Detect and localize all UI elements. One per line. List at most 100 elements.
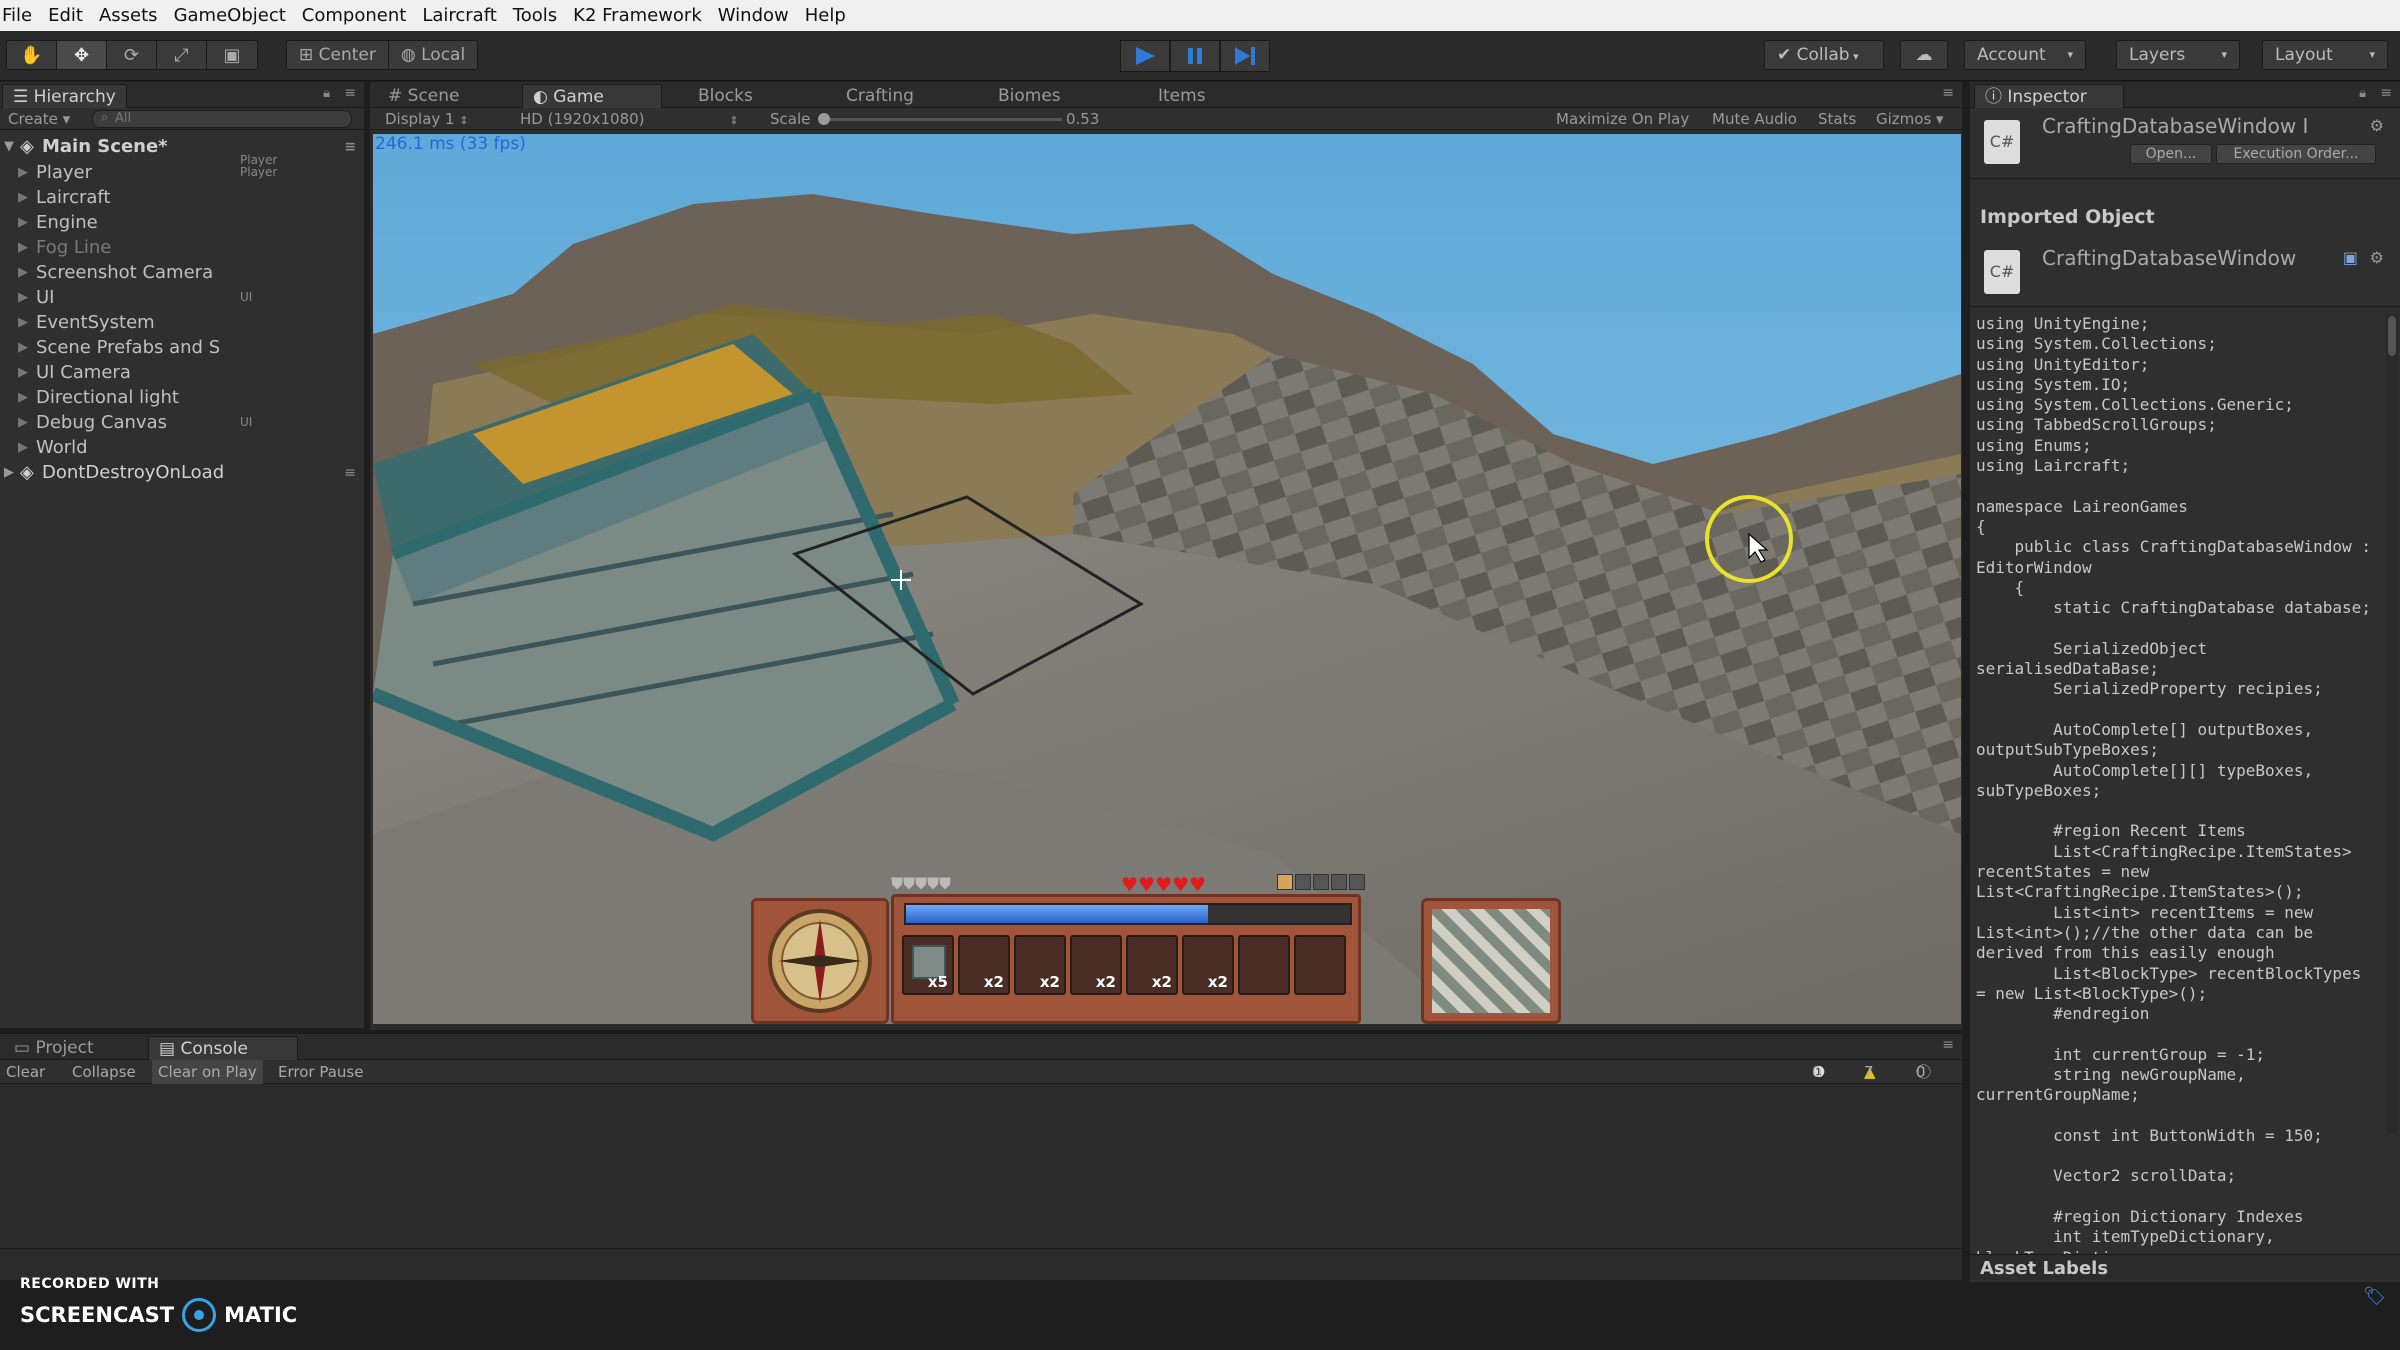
menu-tools[interactable]: Tools — [505, 5, 565, 26]
error-pause-toggle[interactable]: Error Pause — [278, 1060, 363, 1084]
menu-window[interactable]: Window — [710, 5, 797, 26]
tag-icon[interactable]: 🏷︎ — [2363, 1286, 2386, 1307]
book-icon[interactable]: ▣ — [2343, 248, 2358, 267]
scene-root-dontdestroy[interactable]: ▶ ◈ DontDestroyOnLoad ≡ — [0, 460, 364, 486]
tab-items[interactable]: Items — [1148, 84, 1216, 108]
tab-game[interactable]: ◐ Game — [522, 84, 662, 108]
expand-arrow-icon[interactable]: ▶ — [18, 210, 28, 235]
tab-inspector[interactable]: ⓘ Inspector — [1974, 84, 2124, 108]
cloud-button[interactable]: ☁ — [1900, 40, 1948, 70]
hierarchy-item[interactable]: ▶ Engine — [0, 210, 364, 235]
layout-dropdown[interactable]: Layout ▾ — [2262, 40, 2388, 70]
menu-edit[interactable]: Edit — [40, 5, 91, 26]
scale-tool-icon[interactable]: ⤢ — [157, 41, 207, 69]
clear-button[interactable]: Clear — [6, 1060, 45, 1084]
play-button[interactable] — [1120, 40, 1170, 72]
expand-arrow-icon[interactable]: ▶ — [18, 335, 28, 360]
scene-menu-icon[interactable]: ≡ — [344, 134, 356, 160]
scrollbar-thumb[interactable] — [2388, 316, 2396, 356]
expand-arrow-icon[interactable]: ▶ — [18, 160, 28, 185]
display-dropdown[interactable]: Display 1 ⇕ — [385, 110, 469, 128]
execution-order-button[interactable]: Execution Order... — [2216, 144, 2376, 164]
tab-project[interactable]: ▭ Project — [4, 1036, 104, 1060]
menu-file[interactable]: File — [0, 5, 40, 26]
expand-arrow-icon[interactable]: ▶ — [18, 185, 28, 210]
scale-slider[interactable] — [818, 113, 1062, 125]
tab-console[interactable]: ▤ Console — [148, 1036, 298, 1060]
hierarchy-item[interactable]: ▶ Player Player Player — [0, 153, 364, 185]
maximize-on-play-toggle[interactable]: Maximize On Play — [1556, 110, 1689, 128]
tab-crafting[interactable]: Crafting — [836, 84, 924, 108]
pivot-center-button[interactable]: ⊞ Center — [287, 41, 389, 69]
resolution-dropdown[interactable]: HD (1920x1080) ⇕ — [520, 110, 739, 128]
hotbar-slot[interactable]: x2 — [1182, 935, 1234, 995]
game-viewport[interactable]: 246.1 ms (33 fps) ⛊⛊⛊⛊⛊ ♥♥♥♥♥ x5 x2 x2 x… — [373, 134, 1961, 1024]
expand-arrow-icon[interactable]: ▶ — [18, 410, 28, 435]
hotbar-slot[interactable] — [1294, 935, 1346, 995]
expand-arrow-icon[interactable]: ▼ — [4, 134, 14, 160]
hotbar-slot[interactable] — [1238, 935, 1290, 995]
expand-arrow-icon[interactable]: ▶ — [18, 435, 28, 460]
hierarchy-item[interactable]: ▶ EventSystem — [0, 310, 364, 335]
hand-tool-icon[interactable]: ✋ — [7, 41, 57, 69]
menu-gameobject[interactable]: GameObject — [166, 5, 294, 26]
open-button[interactable]: Open... — [2130, 144, 2212, 164]
stats-toggle[interactable]: Stats — [1818, 110, 1856, 128]
expand-arrow-icon[interactable]: ▶ — [18, 310, 28, 335]
tab-hierarchy[interactable]: ☰ Hierarchy — [2, 84, 127, 108]
menu-assets[interactable]: Assets — [91, 5, 166, 26]
panel-menu-icon[interactable]: ≡ — [1942, 85, 1954, 101]
hierarchy-item[interactable]: ▶ Screenshot Camera — [0, 260, 364, 285]
expand-arrow-icon[interactable]: ▶ — [18, 235, 28, 260]
create-dropdown[interactable]: Create ▾ — [8, 110, 70, 128]
tab-blocks[interactable]: Blocks — [688, 84, 763, 108]
hierarchy-item[interactable]: ▶ UI UI — [0, 285, 364, 310]
hotbar-slot[interactable]: x2 — [1070, 935, 1122, 995]
gear-icon[interactable]: ⚙ — [2370, 248, 2384, 267]
account-dropdown[interactable]: Account ▾ — [1964, 40, 2086, 70]
hotbar-slot[interactable]: x2 — [1126, 935, 1178, 995]
rotate-tool-icon[interactable]: ⟳ — [107, 41, 157, 69]
panel-menu-icon[interactable]: ≡ — [344, 85, 356, 101]
inspector-scrollbar[interactable] — [2386, 314, 2398, 1134]
menu-help[interactable]: Help — [797, 5, 854, 26]
pause-button[interactable] — [1170, 40, 1220, 72]
hierarchy-item[interactable]: ▶ World — [0, 435, 364, 460]
hotbar-slot[interactable]: x2 — [958, 935, 1010, 995]
gizmos-dropdown[interactable]: Gizmos ▾ — [1876, 110, 1944, 128]
expand-arrow-icon[interactable]: ▶ — [18, 285, 28, 310]
menu-component[interactable]: Component — [294, 5, 415, 26]
hierarchy-item[interactable]: ▶ Directional light — [0, 385, 364, 410]
expand-arrow-icon[interactable]: ▶ — [18, 360, 28, 385]
step-button[interactable] — [1220, 40, 1270, 72]
scale-slider-handle[interactable] — [818, 113, 830, 125]
lock-icon[interactable]: 🔒︎ — [2359, 86, 2366, 101]
scene-menu-icon[interactable]: ≡ — [344, 460, 356, 486]
hotbar-slot[interactable]: x2 — [1014, 935, 1066, 995]
move-tool-icon[interactable]: ✥ — [57, 41, 107, 69]
clear-on-play-toggle[interactable]: Clear on Play — [152, 1060, 263, 1084]
collapse-toggle[interactable]: Collapse — [72, 1060, 136, 1084]
scene-root-main[interactable]: ▼ ◈ Main Scene* ≡ — [0, 134, 364, 160]
expand-arrow-icon[interactable]: ▶ — [4, 460, 14, 486]
tab-scene[interactable]: # Scene — [378, 84, 470, 108]
panel-menu-icon[interactable]: ≡ — [2380, 85, 2392, 101]
layers-dropdown[interactable]: Layers ▾ — [2116, 40, 2240, 70]
rect-tool-icon[interactable]: ▣ — [207, 41, 257, 69]
hierarchy-item[interactable]: ▶ Laircraft — [0, 185, 364, 210]
pivot-local-button[interactable]: ◍ Local — [389, 41, 477, 69]
hierarchy-item[interactable]: ▶ UI Camera — [0, 360, 364, 385]
lock-icon[interactable]: 🔒︎ — [323, 86, 330, 101]
hierarchy-item[interactable]: ▶ Scene Prefabs and S — [0, 335, 364, 360]
hotbar-slot[interactable]: x5 — [902, 935, 954, 995]
collab-button[interactable]: ✔ Collab ▾ — [1764, 40, 1884, 70]
expand-arrow-icon[interactable]: ▶ — [18, 385, 28, 410]
menu-laircraft[interactable]: Laircraft — [414, 5, 504, 26]
tab-biomes[interactable]: Biomes — [988, 84, 1071, 108]
expand-arrow-icon[interactable]: ▶ — [18, 260, 28, 285]
hierarchy-item[interactable]: ▶ Debug Canvas UI — [0, 410, 364, 435]
mute-audio-toggle[interactable]: Mute Audio — [1712, 110, 1797, 128]
panel-menu-icon[interactable]: ≡ — [1942, 1037, 1954, 1053]
hierarchy-search-input[interactable]: ⌕ All — [92, 110, 352, 128]
hierarchy-item[interactable]: ▶ Fog Line — [0, 235, 364, 260]
